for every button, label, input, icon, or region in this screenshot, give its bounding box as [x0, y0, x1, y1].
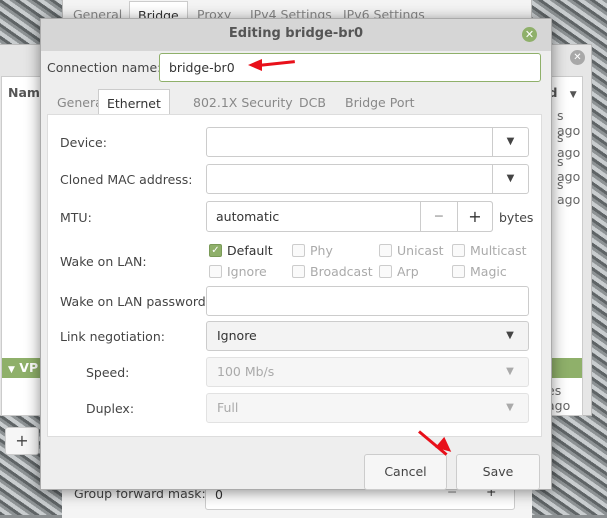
tab-8021x-security[interactable]: 802.1X Security	[193, 95, 293, 110]
speed-label: Speed:	[86, 365, 130, 380]
chevron-down-icon: ▼	[506, 330, 514, 341]
connection-name-label: Connection name:	[47, 60, 162, 75]
check-icon: ✓	[209, 244, 222, 257]
link-negotiation-label: Link negotiation:	[60, 329, 165, 344]
dialog-title: Editing bridge-br0	[41, 19, 551, 51]
mtu-increment-button[interactable]: +	[457, 201, 493, 232]
link-negotiation-dropdown[interactable]: Ignore ▼	[206, 321, 529, 351]
wol-default-checkbox[interactable]: ✓ Default	[209, 243, 273, 258]
mtu-unit: bytes	[499, 210, 534, 225]
device-dropdown[interactable]: ▼	[206, 127, 529, 157]
wol-magic-checkbox[interactable]: Magic	[452, 264, 507, 279]
wol-phy-checkbox[interactable]: Phy	[292, 243, 333, 258]
connection-name-input[interactable]: bridge-br0	[159, 53, 541, 82]
chevron-down-icon: ▼	[492, 165, 528, 193]
cloned-mac-label: Cloned MAC address:	[60, 172, 193, 187]
tab-dcb[interactable]: DCB	[299, 95, 326, 110]
close-icon[interactable]: ✕	[522, 27, 537, 42]
save-button[interactable]: Save	[456, 454, 540, 490]
wol-broadcast-checkbox[interactable]: Broadcast	[292, 264, 373, 279]
cloned-mac-dropdown[interactable]: ▼	[206, 164, 529, 194]
wol-label: Wake on LAN:	[60, 254, 147, 269]
chevron-down-icon: ▼	[506, 402, 514, 413]
chevron-down-icon: ▼	[492, 128, 528, 156]
editing-dialog: Editing bridge-br0 ✕ Connection name: br…	[40, 18, 552, 490]
wol-arp-checkbox[interactable]: Arp	[379, 264, 419, 279]
chevron-down-icon: ▼	[506, 366, 514, 377]
cancel-button[interactable]: Cancel	[364, 454, 447, 490]
ethernet-panel: Device: ▼ Cloned MAC address: ▼ MTU: aut…	[47, 114, 542, 437]
add-connection-button[interactable]: +	[5, 427, 39, 455]
speed-value: 100 Mb/s	[217, 364, 275, 379]
device-label: Device:	[60, 135, 107, 150]
mtu-label: MTU:	[60, 210, 92, 225]
tab-ethernet[interactable]: Ethernet	[98, 89, 170, 115]
wol-multicast-checkbox[interactable]: Multicast	[452, 243, 527, 258]
speed-dropdown[interactable]: 100 Mb/s ▼	[206, 357, 529, 387]
duplex-value: Full	[217, 400, 239, 415]
sort-down-icon: ▼	[569, 90, 577, 100]
mtu-decrement-button[interactable]: −	[420, 201, 457, 232]
mtu-value: automatic	[216, 209, 280, 224]
expand-icon: ▼	[8, 365, 15, 375]
list-item[interactable]: s ago	[557, 177, 582, 207]
wol-password-input[interactable]	[206, 286, 529, 316]
link-negotiation-value: Ignore	[217, 328, 257, 343]
duplex-dropdown[interactable]: Full ▼	[206, 393, 529, 423]
wol-ignore-checkbox[interactable]: Ignore	[209, 264, 267, 279]
duplex-label: Duplex:	[86, 401, 135, 416]
close-icon[interactable]: ✕	[570, 50, 585, 65]
tab-bridge-port[interactable]: Bridge Port	[345, 95, 415, 110]
wol-password-label: Wake on LAN password:	[60, 294, 210, 309]
wol-unicast-checkbox[interactable]: Unicast	[379, 243, 444, 258]
group-label: VP	[19, 360, 39, 375]
list-item[interactable]: es ago	[547, 383, 582, 413]
